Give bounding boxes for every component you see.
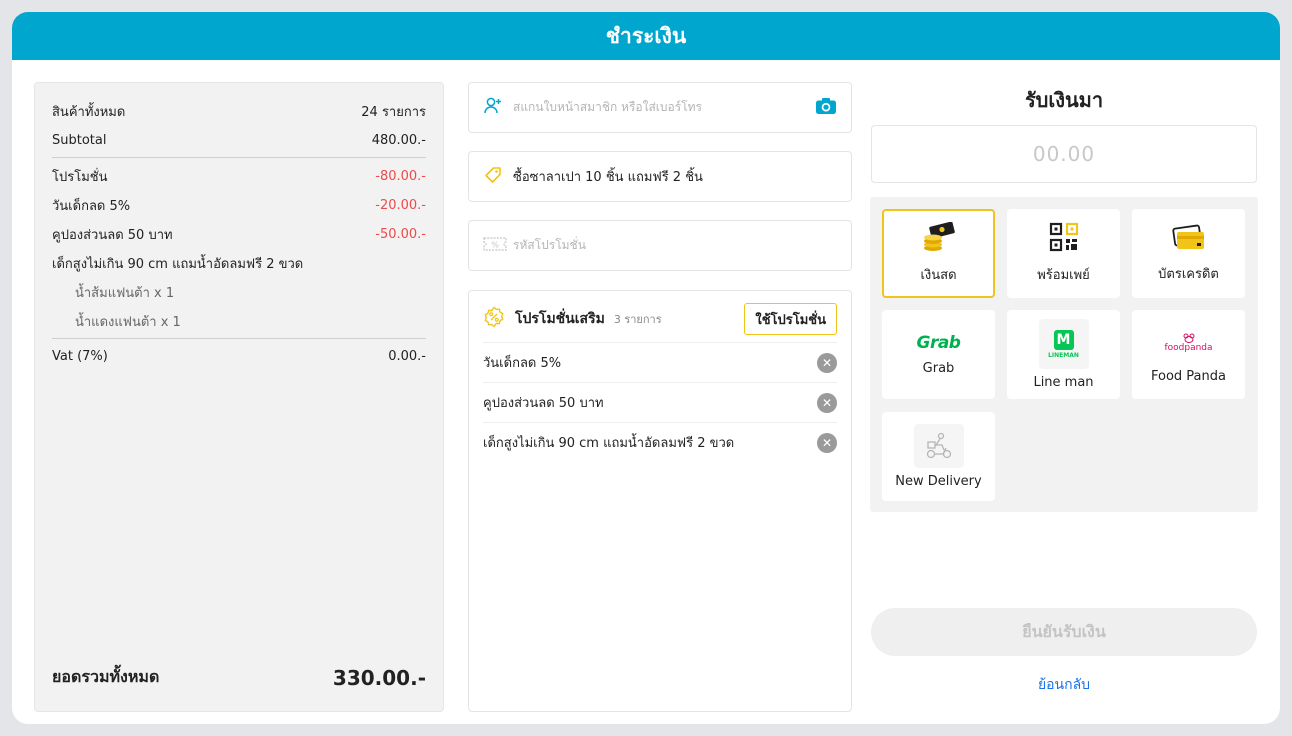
coupon-icon: % [483, 236, 507, 255]
grand-total-label: ยอดรวมทั้งหมด [52, 667, 160, 686]
summary-label: น้ำแดงแฟนต้า x 1 [75, 314, 181, 330]
extra-promotions-count: 3 รายการ [613, 313, 662, 326]
summary-label: Subtotal [52, 132, 107, 148]
received-amount-input[interactable]: 00.00 [871, 125, 1257, 183]
qr-code-icon [1049, 222, 1079, 256]
foodpanda-logo-text: foodpanda [1164, 343, 1213, 353]
payment-method-label: Grab [922, 361, 955, 376]
extra-promotion-label: คูปองส่วนลด 50 บาท [483, 396, 604, 411]
credit-card-icon [1171, 223, 1206, 255]
confirm-payment-button[interactable]: ยืนยันรับเงิน [871, 608, 1257, 656]
extra-promotions-panel: โปรโมชั่นเสริม 3 รายการ ใช้โปรโมชั่น วัน… [468, 290, 852, 712]
payment-method-label: Food Panda [1151, 369, 1226, 384]
grand-total-value: 330.00.- [332, 665, 426, 690]
summary-divider [52, 338, 426, 339]
summary-row-items: สินค้าทั้งหมด 24 รายการ [52, 100, 426, 122]
summary-label: วันเด็กลด 5% [52, 198, 131, 214]
payment-methods-grid: เงินสด พร้อมเพย์ บัตรเครดิต Grab Grab M … [870, 197, 1258, 512]
grab-logo: Grab [916, 333, 961, 353]
back-link[interactable]: ย้อนกลับ [871, 674, 1257, 696]
summary-label: โปรโมชั่น [52, 169, 108, 185]
summary-label: สินค้าทั้งหมด [52, 104, 126, 120]
remove-promotion-icon[interactable]: ✕ [817, 392, 837, 413]
payment-window: ชำระเงิน สินค้าทั้งหมด 24 รายการ Subtota… [12, 12, 1280, 724]
remove-promotion-icon[interactable]: ✕ [817, 352, 837, 373]
extra-promotion-item: วันเด็กลด 5% ✕ [483, 342, 837, 382]
summary-label: Vat (7%) [52, 348, 108, 364]
summary-row-vat: Vat (7%) 0.00.- [52, 345, 426, 367]
payment-method-grab[interactable]: Grab Grab [882, 310, 995, 399]
extra-promotions-header: โปรโมชั่นเสริม 3 รายการ ใช้โปรโมชั่น [483, 303, 837, 335]
extra-promotions-title: โปรโมชั่นเสริม [515, 311, 605, 327]
header-bar: ชำระเงิน [12, 12, 1280, 60]
summary-row-gift-item: น้ำแดงแฟนต้า x 1 [52, 310, 426, 332]
page-title: ชำระเงิน [605, 23, 687, 48]
summary-row-subtotal: Subtotal 480.00.- [52, 129, 426, 151]
cash-icon [921, 221, 957, 256]
discount-badge-icon [483, 306, 505, 332]
summary-row-promotion: โปรโมชั่น -80.00.- [52, 165, 426, 187]
lineman-logo: M LINEMAN [1038, 319, 1089, 369]
summary-value: 24 รายการ [361, 104, 426, 120]
promo-code-input[interactable]: รหัสโปรโมชั่น [513, 236, 837, 255]
member-search-field[interactable]: สแกนใบหน้าสมาชิก หรือใส่เบอร์โทร [468, 82, 852, 133]
remove-promotion-icon[interactable]: ✕ [817, 432, 837, 453]
extra-promotion-label: เด็กสูงไม่เกิน 90 cm แถมน้ำอัดลมฟรี 2 ขว… [483, 436, 735, 451]
payment-method-label: Line man [1033, 375, 1094, 390]
summary-label: คูปองส่วนลด 50 บาท [52, 227, 173, 243]
delivery-rider-icon [913, 424, 964, 468]
summary-divider [52, 157, 426, 158]
summary-value: 0.00.- [388, 348, 426, 364]
extra-promotion-item: เด็กสูงไม่เกิน 90 cm แถมน้ำอัดลมฟรี 2 ขว… [483, 422, 837, 462]
summary-row-discount: วันเด็กลด 5% -20.00.- [52, 194, 426, 216]
payment-method-promptpay[interactable]: พร้อมเพย์ [1007, 209, 1120, 298]
summary-value: -80.00.- [375, 168, 426, 184]
summary-row-free-gift: เด็กสูงไม่เกิน 90 cm แถมน้ำอัดลมฟรี 2 ขว… [52, 252, 426, 274]
summary-label: เด็กสูงไม่เกิน 90 cm แถมน้ำอัดลมฟรี 2 ขว… [52, 256, 304, 272]
payment-method-label: เงินสด [920, 268, 957, 283]
summary-value: -50.00.- [375, 226, 426, 242]
payment-method-foodpanda[interactable]: foodpanda Food Panda [1132, 310, 1245, 399]
add-member-icon [483, 96, 503, 119]
member-search-input[interactable]: สแกนใบหน้าสมาชิก หรือใส่เบอร์โทร [513, 98, 815, 117]
summary-row-gift-item: น้ำส้มแฟนต้า x 1 [52, 281, 426, 303]
promo-code-field[interactable]: % รหัสโปรโมชั่น [468, 220, 852, 271]
summary-label: น้ำส้มแฟนต้า x 1 [75, 285, 175, 301]
payment-method-lineman[interactable]: M LINEMAN Line man [1007, 310, 1120, 399]
summary-value: -20.00.- [375, 197, 426, 213]
price-tag-icon [483, 165, 503, 188]
payment-method-cash[interactable]: เงินสด [882, 209, 995, 298]
extra-promotion-label: วันเด็กลด 5% [483, 356, 562, 371]
summary-value: 480.00.- [371, 132, 426, 148]
order-summary-panel: สินค้าทั้งหมด 24 รายการ Subtotal 480.00.… [34, 82, 444, 712]
payment-method-credit-card[interactable]: บัตรเครดิต [1132, 209, 1245, 298]
foodpanda-logo: foodpanda [1164, 333, 1213, 353]
received-amount-title: รับเงินมา [1024, 88, 1104, 112]
auto-promotion-banner: ซื้อซาลาเปา 10 ชิ้น แถมฟรี 2 ชิ้น [468, 151, 852, 202]
apply-promotion-button[interactable]: ใช้โปรโมชั่น [744, 303, 837, 335]
extra-promotion-item: คูปองส่วนลด 50 บาท ✕ [483, 382, 837, 422]
payment-method-label: New Delivery [895, 474, 982, 489]
payment-method-new-delivery[interactable]: New Delivery [882, 412, 995, 501]
grand-total-row: ยอดรวมทั้งหมด 330.00.- [52, 665, 426, 690]
camera-icon[interactable] [815, 97, 837, 118]
payment-method-label: พร้อมเพย์ [1037, 268, 1090, 283]
payment-method-label: บัตรเครดิต [1158, 267, 1219, 282]
lineman-logo-text: LINEMAN [1048, 351, 1079, 359]
svg-text:%: % [491, 241, 499, 250]
summary-row-coupon: คูปองส่วนลด 50 บาท -50.00.- [52, 223, 426, 245]
auto-promotion-text: ซื้อซาลาเปา 10 ชิ้น แถมฟรี 2 ชิ้น [513, 170, 703, 185]
